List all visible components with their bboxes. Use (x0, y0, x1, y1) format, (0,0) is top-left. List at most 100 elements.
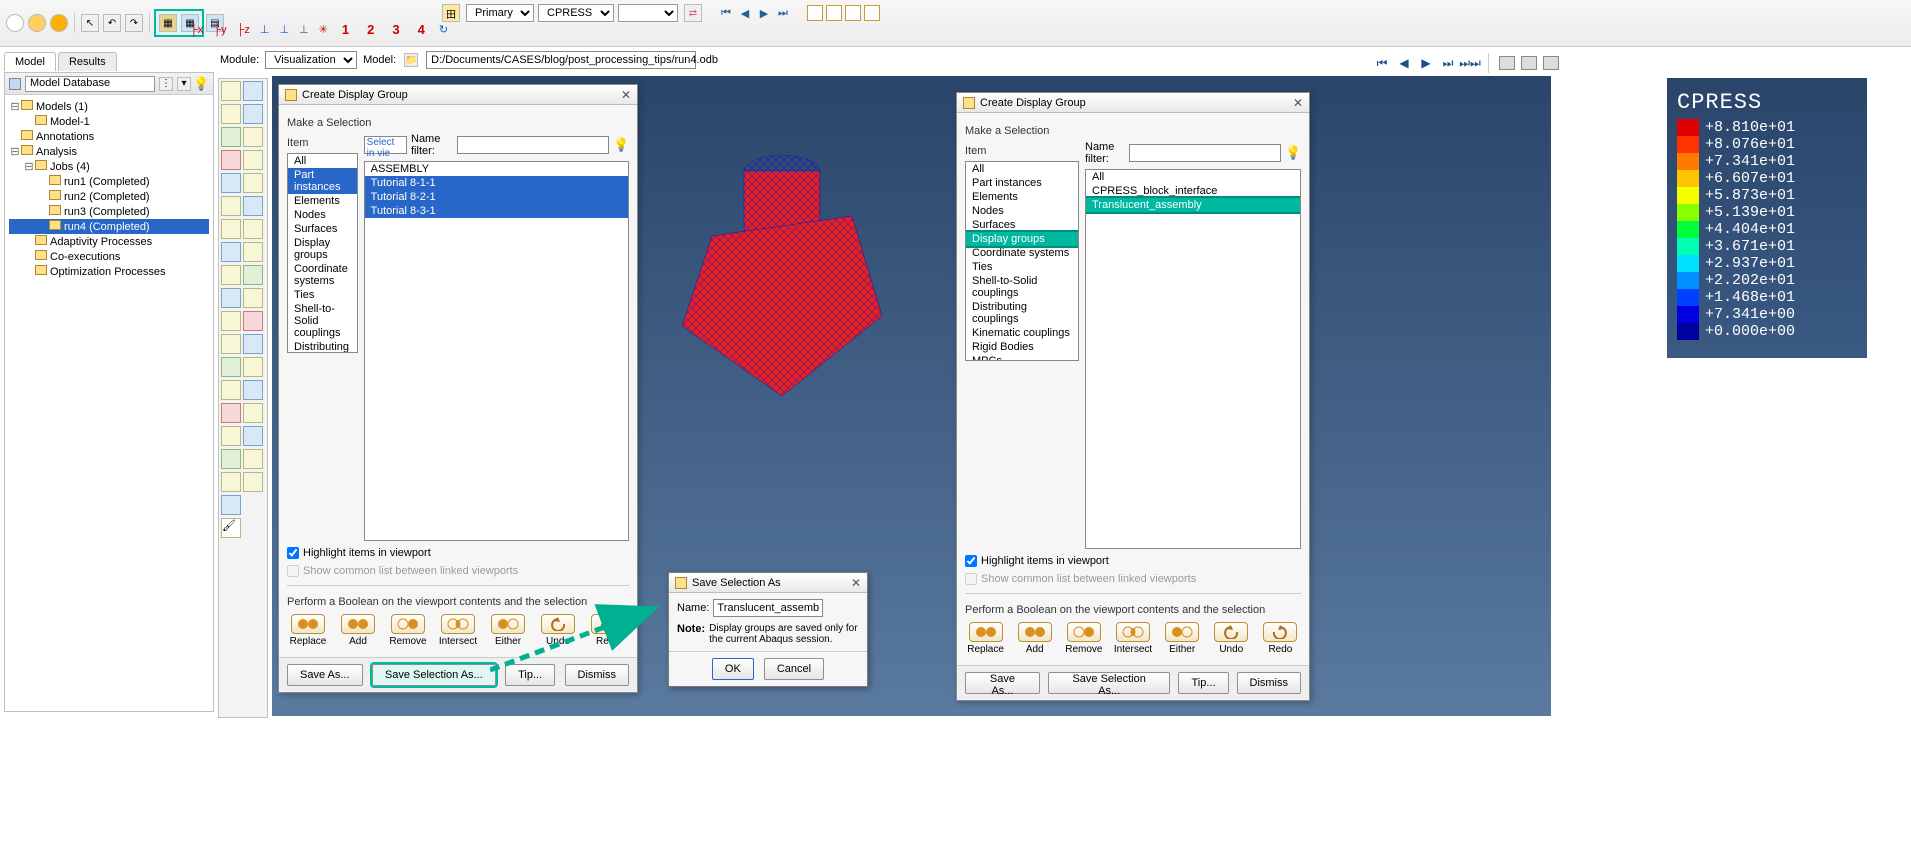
tool-d-icon[interactable] (243, 150, 263, 170)
tool-u-icon[interactable] (221, 357, 241, 377)
dialog2-title-bar[interactable]: Create Display Group ✕ (957, 93, 1309, 113)
list-item[interactable]: Coordinate systems (966, 246, 1078, 260)
bool-add-button[interactable] (1018, 622, 1052, 642)
model-path-field[interactable]: D:/Documents/CASES/blog/post_processing_… (426, 51, 696, 69)
plot-contours-icon[interactable] (221, 104, 241, 124)
bool-intersect-button[interactable] (1116, 622, 1150, 642)
tool-gg-icon[interactable] (221, 495, 241, 515)
list-item[interactable]: Shell-to-Solid couplings (966, 274, 1078, 300)
list-item[interactable]: Surfaces (288, 222, 357, 236)
list-item[interactable]: Translucent_assembly (1086, 198, 1300, 212)
list-item[interactable]: Kinematic couplings (966, 326, 1078, 340)
tree-item[interactable]: ⊟Jobs (4) (9, 159, 209, 174)
dialog1-name-filter-input[interactable] (457, 136, 609, 154)
list-item[interactable]: CPRESS_block_interface (1086, 184, 1300, 198)
dialog1-highlight-checkbox[interactable] (287, 547, 299, 559)
tree-header-select[interactable]: Model Database (25, 76, 155, 92)
tool-c-icon[interactable] (221, 150, 241, 170)
bool-intersect-button[interactable] (441, 614, 475, 634)
wireframe-icon[interactable] (807, 5, 823, 21)
tool-j-icon[interactable] (243, 219, 263, 239)
bulb-icon[interactable]: 💡 (1285, 145, 1301, 161)
bulb-icon[interactable]: 💡 (613, 137, 629, 153)
tool-g-icon[interactable] (221, 196, 241, 216)
view-4[interactable]: 4 (418, 22, 425, 37)
tree-item[interactable]: Annotations (9, 129, 209, 144)
tool-s-icon[interactable] (221, 334, 241, 354)
list-item[interactable]: ASSEMBLY (365, 162, 628, 176)
list-item[interactable]: All (288, 154, 357, 168)
display-group-icon[interactable]: ▦ (159, 14, 177, 32)
list-item[interactable]: Part instances (288, 168, 357, 194)
list-item[interactable]: Rigid Bodies (966, 340, 1078, 354)
bool-undo-button[interactable] (1214, 622, 1248, 642)
save-dialog-ok-button[interactable]: OK (712, 658, 754, 680)
prev-frame-icon[interactable]: ◀ (737, 5, 753, 21)
tree-item[interactable]: ⊟Models (1) (9, 99, 209, 114)
list-item[interactable]: Tutorial 8-2-1 (365, 190, 628, 204)
dialog2-selection-list[interactable]: AllCPRESS_block_interfaceTranslucent_ass… (1085, 169, 1301, 549)
video-icon[interactable] (1543, 56, 1559, 70)
list-item[interactable]: Nodes (288, 208, 357, 222)
view-1[interactable]: 1 (342, 22, 349, 37)
contour-icon[interactable] (864, 5, 880, 21)
tool-r-icon[interactable] (243, 311, 263, 331)
list-item[interactable]: Shell-to-Solid couplings (288, 302, 357, 340)
tree-item[interactable]: ⊟Analysis (9, 144, 209, 159)
tab-results[interactable]: Results (58, 52, 117, 71)
redo-icon[interactable]: ↷ (125, 14, 143, 32)
list-item[interactable]: Part instances (966, 176, 1078, 190)
tool-z-icon[interactable] (243, 403, 263, 423)
dialog1-selection-list[interactable]: ASSEMBLYTutorial 8-1-1Tutorial 8-2-1Tuto… (364, 161, 629, 541)
plot-undeformed-icon[interactable] (221, 81, 241, 101)
save-dialog-cancel-button[interactable]: Cancel (764, 658, 824, 680)
tool-x-icon[interactable] (243, 380, 263, 400)
dialog2-save-as-button[interactable]: Save As... (965, 672, 1040, 694)
dialog1-dismiss-button[interactable]: Dismiss (565, 664, 630, 686)
bulb-icon[interactable]: 💡 (193, 76, 209, 92)
list-item[interactable]: Nodes (966, 204, 1078, 218)
output-icon[interactable]: 田 (442, 4, 460, 22)
tree-item[interactable]: Model-1 (9, 114, 209, 129)
tool-i-icon[interactable] (221, 219, 241, 239)
tool-ff-icon[interactable] (243, 472, 263, 492)
datum-x-icon[interactable]: ├x (190, 24, 203, 36)
primary-select[interactable]: Primary (466, 4, 534, 22)
datum-yz-icon[interactable]: ⊥ (279, 23, 289, 36)
bool-remove-button[interactable] (391, 614, 425, 634)
plot-symbols-icon[interactable] (243, 104, 263, 124)
tool-dd-icon[interactable] (243, 449, 263, 469)
bool-either-button[interactable] (1165, 622, 1199, 642)
anim-first-icon[interactable]: ⏮ (1374, 55, 1390, 71)
tree-item[interactable]: run2 (Completed) (9, 189, 209, 204)
tool-m-icon[interactable] (221, 265, 241, 285)
dialog1-save-as-button[interactable]: Save As... (287, 664, 363, 686)
list-item[interactable]: All (966, 162, 1078, 176)
hidden-icon[interactable] (826, 5, 842, 21)
tool-p-icon[interactable] (243, 288, 263, 308)
cycle-view-icon[interactable]: ↻ (439, 23, 448, 36)
dialog2-name-filter-input[interactable] (1129, 144, 1281, 162)
tool-f-icon[interactable] (243, 173, 263, 193)
anim-prev-icon[interactable]: ◀ (1396, 55, 1412, 71)
list-item[interactable]: Display groups (288, 236, 357, 262)
tool-w-icon[interactable] (221, 380, 241, 400)
bool-replace-button[interactable] (969, 622, 1003, 642)
circle-icon[interactable] (6, 14, 24, 32)
list-item[interactable]: Tutorial 8-1-1 (365, 176, 628, 190)
plot-deformed-icon[interactable] (243, 81, 263, 101)
list-item[interactable]: Ties (288, 288, 357, 302)
tool-cc-icon[interactable] (221, 449, 241, 469)
close-icon[interactable]: ✕ (1293, 96, 1303, 110)
dialog2-dismiss-button[interactable]: Dismiss (1237, 672, 1302, 694)
tool-y-icon[interactable] (221, 403, 241, 423)
list-item[interactable]: Coordinate systems (288, 262, 357, 288)
list-item[interactable]: Ties (966, 260, 1078, 274)
triad-icon[interactable]: ✳ (319, 23, 328, 36)
list-item[interactable]: Distributing couplings (966, 300, 1078, 326)
tool-ee-icon[interactable] (221, 472, 241, 492)
view-3[interactable]: 3 (392, 22, 399, 37)
dialog1-save-selection-as-button[interactable]: Save Selection As... (372, 664, 496, 686)
dialog1-select-mode[interactable]: Select in vie (364, 136, 407, 154)
brush-icon[interactable]: 🖌 (221, 518, 241, 538)
